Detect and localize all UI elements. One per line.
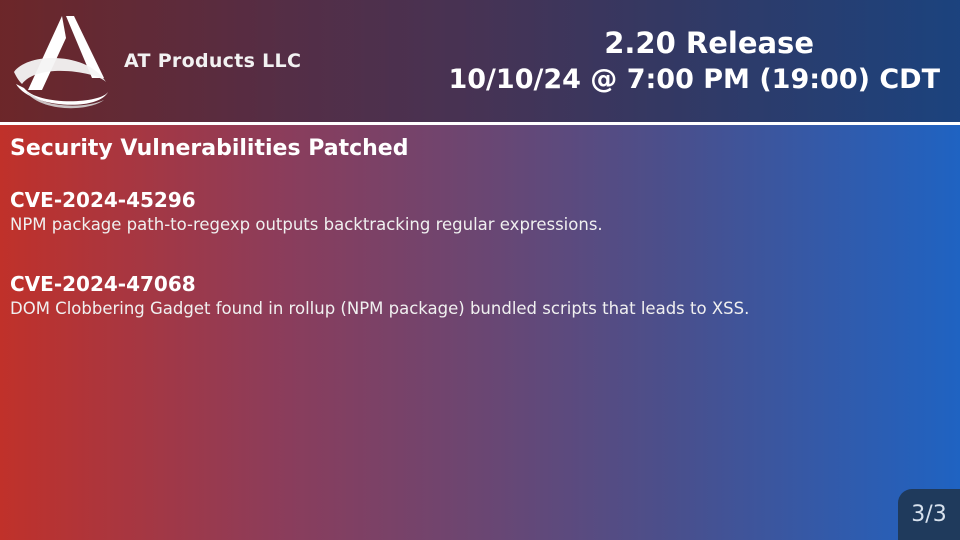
cve-entry: CVE-2024-47068 DOM Clobbering Gadget fou… bbox=[10, 271, 910, 321]
cve-description: DOM Clobbering Gadget found in rollup (N… bbox=[10, 299, 750, 318]
company-name: AT Products LLC bbox=[124, 50, 302, 72]
release-date: 10/10/24 @ 7:00 PM (19:00) CDT bbox=[448, 64, 940, 95]
section-title: Security Vulnerabilities Patched bbox=[10, 136, 409, 161]
release-title: 2.20 Release bbox=[604, 26, 814, 60]
header-divider bbox=[0, 122, 960, 125]
cve-description: NPM package path-to-regexp outputs backt… bbox=[10, 215, 603, 234]
at-products-logo bbox=[14, 16, 108, 109]
cve-id: CVE-2024-47068 bbox=[10, 272, 196, 296]
cve-id: CVE-2024-45296 bbox=[10, 188, 196, 212]
cve-entry: CVE-2024-45296 NPM package path-to-regex… bbox=[10, 187, 910, 237]
page-indicator: 3/3 bbox=[898, 489, 960, 540]
